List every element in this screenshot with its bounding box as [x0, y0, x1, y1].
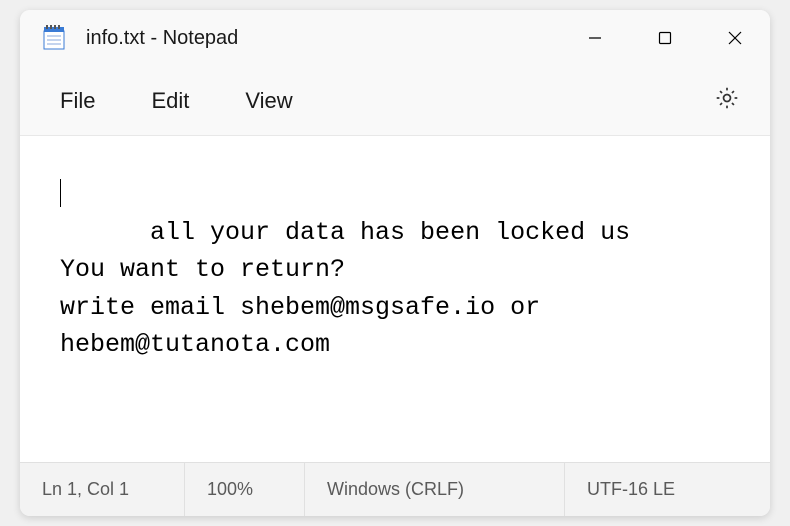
maximize-button[interactable]: [630, 10, 700, 66]
status-encoding: UTF-16 LE: [565, 463, 697, 516]
close-button[interactable]: [700, 10, 770, 66]
statusbar: Ln 1, Col 1 100% Windows (CRLF) UTF-16 L…: [20, 462, 770, 516]
status-line-ending: Windows (CRLF): [305, 463, 565, 516]
notepad-icon: [40, 24, 68, 52]
settings-button[interactable]: [696, 75, 758, 126]
titlebar: info.txt - Notepad: [20, 10, 770, 66]
editor-area[interactable]: all your data has been locked us You wan…: [20, 136, 770, 462]
minimize-button[interactable]: [560, 10, 630, 66]
gear-icon: [714, 85, 740, 116]
window-controls: [560, 10, 770, 66]
text-content[interactable]: all your data has been locked us You wan…: [60, 176, 730, 401]
text-cursor: [60, 179, 61, 207]
status-position: Ln 1, Col 1: [20, 463, 185, 516]
notepad-window: info.txt - Notepad File Edit View: [20, 10, 770, 516]
menu-edit[interactable]: Edit: [123, 78, 217, 124]
menu-file[interactable]: File: [32, 78, 123, 124]
menu-view[interactable]: View: [217, 78, 320, 124]
window-title: info.txt - Notepad: [86, 27, 560, 50]
status-zoom[interactable]: 100%: [185, 463, 305, 516]
menubar: File Edit View: [20, 66, 770, 136]
text-body: all your data has been locked us You wan…: [60, 218, 630, 360]
